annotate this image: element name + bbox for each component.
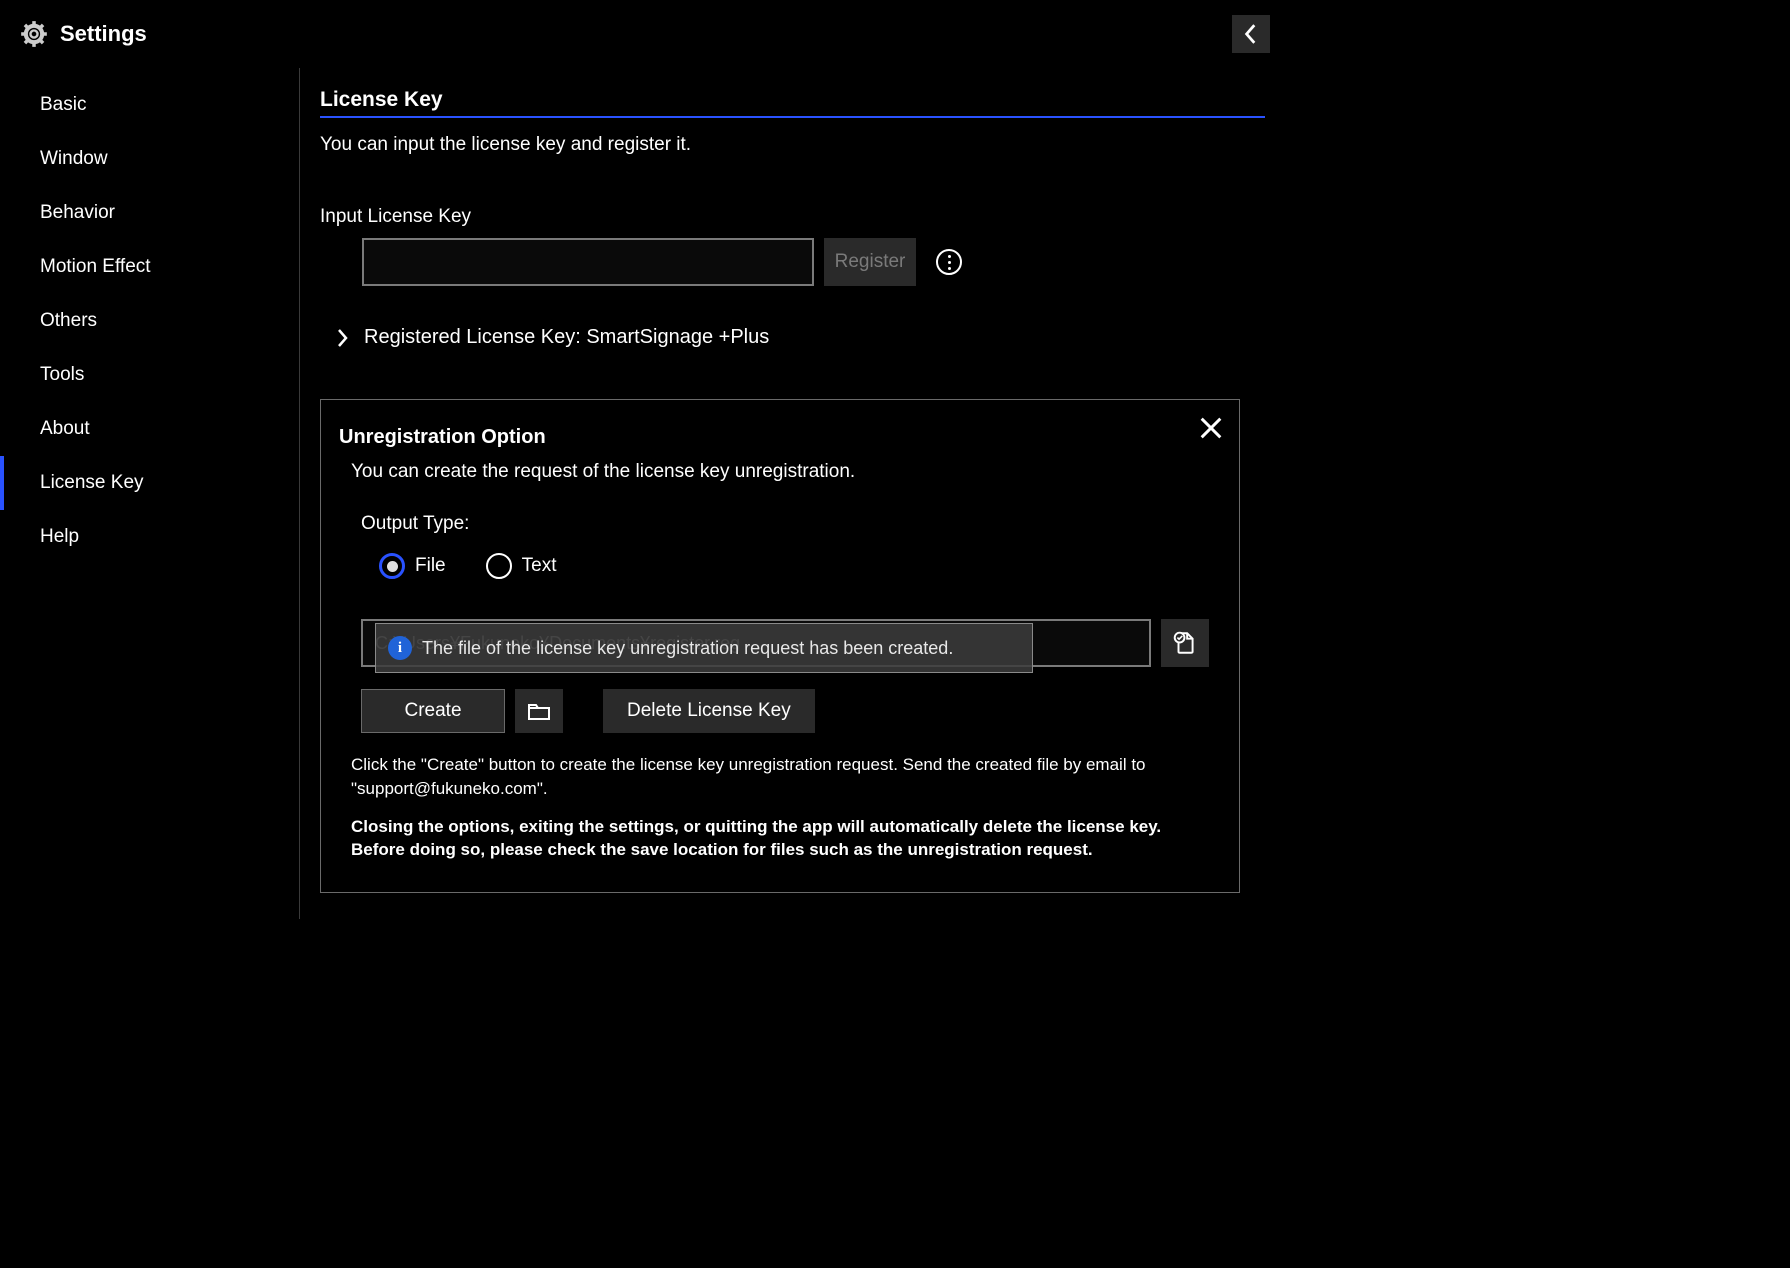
- sidebar-item-window[interactable]: Window: [0, 132, 299, 186]
- radio-option-file[interactable]: File: [379, 553, 446, 579]
- content-area: License Key You can input the license ke…: [300, 68, 1290, 919]
- info-menu-button[interactable]: [936, 249, 962, 275]
- folder-icon: [527, 700, 551, 722]
- input-license-key-label: Input License Key: [320, 206, 1290, 228]
- license-key-input-row: Register: [362, 238, 1290, 286]
- page-title: Settings: [60, 21, 147, 47]
- three-dots-icon: [948, 255, 951, 270]
- close-panel-button[interactable]: [1197, 414, 1225, 442]
- toast-text: The file of the license key unregistrati…: [422, 638, 953, 659]
- panel-description: You can create the request of the licens…: [351, 461, 1209, 483]
- license-key-input[interactable]: [362, 238, 814, 286]
- file-check-icon: [1172, 630, 1198, 656]
- chevron-right-icon: [332, 328, 352, 348]
- gear-icon: [20, 20, 48, 48]
- help-text: Click the "Create" button to create the …: [351, 753, 1209, 801]
- sidebar-item-basic[interactable]: Basic: [0, 78, 299, 132]
- back-button[interactable]: [1232, 15, 1270, 53]
- header: Settings: [0, 0, 1290, 68]
- toast-notification: i The file of the license key unregistra…: [375, 623, 1033, 673]
- header-left: Settings: [20, 20, 147, 48]
- output-type-radio-group: File Text: [379, 553, 1209, 579]
- sidebar-item-tools[interactable]: Tools: [0, 348, 299, 402]
- section-description: You can input the license key and regist…: [320, 134, 1290, 156]
- sidebar-item-others[interactable]: Others: [0, 294, 299, 348]
- main-container: Basic Window Behavior Motion Effect Othe…: [0, 68, 1290, 919]
- file-path-row: i The file of the license key unregistra…: [361, 619, 1209, 667]
- sidebar-item-help[interactable]: Help: [0, 510, 299, 564]
- sidebar-item-about[interactable]: About: [0, 402, 299, 456]
- warning-text: Closing the options, exiting the setting…: [351, 815, 1209, 863]
- file-browse-button[interactable]: [1161, 619, 1209, 667]
- radio-label-text: Text: [522, 555, 557, 577]
- registered-key-text: Registered License Key: SmartSignage +Pl…: [364, 326, 769, 349]
- register-button[interactable]: Register: [824, 238, 916, 286]
- radio-circle-text: [486, 553, 512, 579]
- create-button[interactable]: Create: [361, 689, 505, 733]
- radio-circle-file: [379, 553, 405, 579]
- panel-title: Unregistration Option: [339, 426, 1209, 449]
- radio-label-file: File: [415, 555, 446, 577]
- sidebar-item-motion-effect[interactable]: Motion Effect: [0, 240, 299, 294]
- section-title: License Key: [320, 88, 1265, 118]
- delete-license-key-button[interactable]: Delete License Key: [603, 689, 815, 733]
- registered-key-row[interactable]: Registered License Key: SmartSignage +Pl…: [332, 326, 1290, 349]
- chevron-left-icon: [1243, 23, 1259, 45]
- unregistration-panel: Unregistration Option You can create the…: [320, 399, 1240, 893]
- info-icon: i: [388, 636, 412, 660]
- sidebar-item-license-key[interactable]: License Key: [0, 456, 299, 510]
- open-folder-button[interactable]: [515, 689, 563, 733]
- panel-button-row: Create Delete License Key: [361, 689, 1209, 733]
- radio-option-text[interactable]: Text: [486, 553, 557, 579]
- output-type-label: Output Type:: [361, 513, 1209, 535]
- sidebar-item-behavior[interactable]: Behavior: [0, 186, 299, 240]
- sidebar: Basic Window Behavior Motion Effect Othe…: [0, 68, 300, 919]
- close-icon: [1197, 414, 1225, 442]
